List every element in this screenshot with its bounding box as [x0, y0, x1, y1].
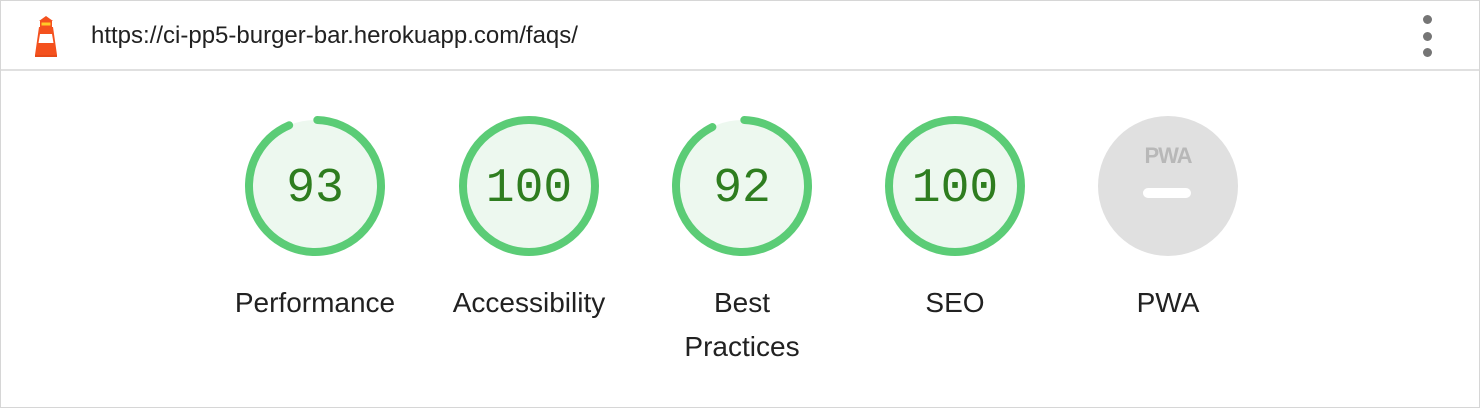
gauge-label: Best Practices [684, 287, 800, 362]
score-value: 100 [912, 162, 998, 216]
gauge-seo[interactable]: 100 SEO [835, 113, 1075, 325]
page-url[interactable]: https://ci-pp5-burger-bar.herokuapp.com/… [91, 21, 578, 51]
gauge-label: Performance [234, 287, 396, 318]
gauge-label: SEO [925, 287, 985, 318]
pwa-badge-icon: PWA [1144, 143, 1192, 168]
report-topbar: https://ci-pp5-burger-bar.herokuapp.com/… [1, 1, 1479, 71]
score-value: 100 [486, 162, 572, 216]
gauge-pwa[interactable]: PWA PWA [1048, 113, 1288, 325]
score-value: 93 [286, 162, 344, 216]
gauge-performance[interactable]: 93 Performance [195, 113, 435, 325]
gauge-label: Accessibility [452, 287, 606, 318]
lighthouse-icon [35, 16, 57, 57]
gauge-best-practices[interactable]: 92 Best Practices [622, 113, 862, 369]
gauge-label: PWA [1136, 287, 1200, 318]
dash-icon [1143, 188, 1191, 198]
gauge-accessibility[interactable]: 100 Accessibility [409, 113, 649, 325]
score-value: 92 [713, 162, 771, 216]
lighthouse-report: https://ci-pp5-burger-bar.herokuapp.com/… [0, 0, 1480, 408]
more-vertical-icon[interactable] [1413, 15, 1441, 57]
